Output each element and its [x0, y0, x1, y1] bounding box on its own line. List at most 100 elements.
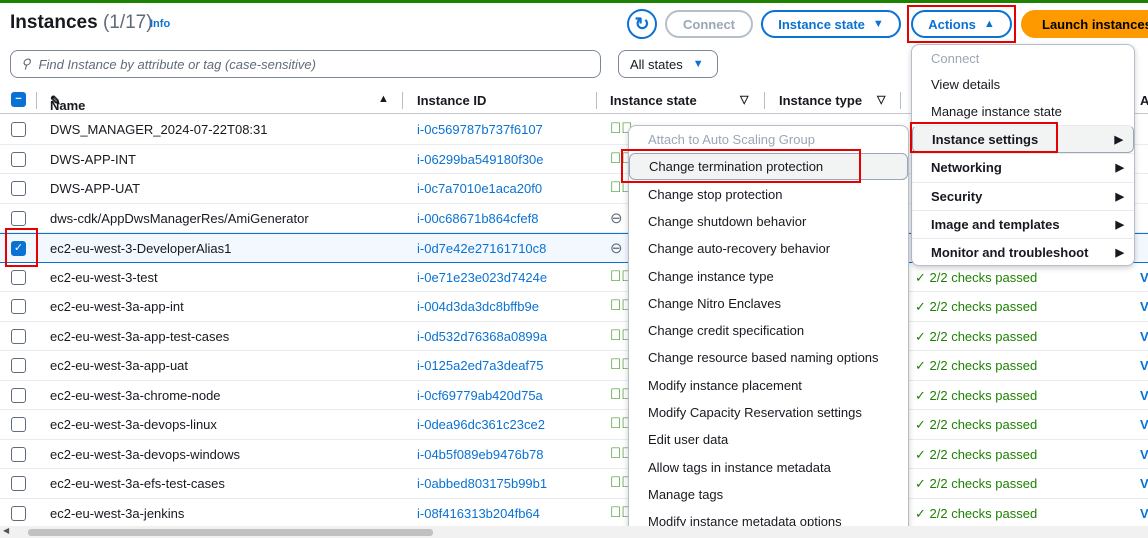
instance-id-link[interactable]: i-0e71e23e023d7424e — [417, 270, 547, 285]
submenu-item-manage-tags[interactable]: Manage tags — [629, 481, 908, 508]
menu-group-instance-settings[interactable]: Instance settings ▶ — [912, 125, 1134, 153]
menu-item-view-details[interactable]: View details — [912, 71, 1134, 98]
row-checkbox[interactable]: ✓ — [11, 241, 26, 256]
row-checkbox[interactable] — [11, 358, 26, 373]
states-filter-value: All states — [630, 56, 683, 72]
scrollbar-thumb[interactable] — [28, 529, 433, 536]
row-checkbox[interactable] — [11, 446, 26, 462]
row-link[interactable]: V — [1140, 417, 1148, 432]
instance-id-link[interactable]: i-004d3da3dc8bffb9e — [417, 299, 539, 314]
stopped-icon: ⊖ — [610, 209, 623, 227]
menu-group-security[interactable]: Security ▶ — [912, 181, 1134, 210]
submenu-item-attach-to-auto-scaling-group[interactable]: Attach to Auto Scaling Group — [629, 126, 908, 153]
submenu-item-modify-capacity-reservation-settings[interactable]: Modify Capacity Reservation settings — [629, 399, 908, 426]
instance-id-link[interactable]: i-0c7a7010e1aca20f0 — [417, 181, 542, 196]
submenu-item-allow-tags-in-instance-metadata[interactable]: Allow tags in instance metadata — [629, 454, 908, 481]
menu-group-monitor-and-troubleshoot[interactable]: Monitor and troubleshoot ▶ — [912, 238, 1134, 266]
status-checks: ✓ 2/2 checks passed — [915, 299, 1038, 314]
row-link[interactable]: V — [1140, 329, 1148, 344]
menu-item-connect[interactable]: Connect — [912, 45, 1134, 72]
caret-up-icon: ▲ — [983, 18, 995, 30]
row-checkbox[interactable] — [11, 269, 26, 285]
row-link[interactable]: V — [1140, 299, 1148, 314]
submenu-item-change-auto-recovery-behavior[interactable]: Change auto-recovery behavior — [629, 235, 908, 262]
table-row[interactable]: ec2-eu-west-3a-app-uat i-0125a2ed7a3deaf… — [0, 351, 1148, 381]
info-link[interactable]: Info — [150, 18, 170, 30]
actions-button[interactable]: Actions ▲ — [911, 10, 1012, 38]
submenu-item-edit-user-data[interactable]: Edit user data — [629, 426, 908, 453]
submenu-item-change-instance-type[interactable]: Change instance type — [629, 263, 908, 290]
instance-id-link[interactable]: i-00c68671b864cfef8 — [417, 211, 538, 226]
connect-label: Connect — [683, 16, 735, 32]
submenu-item-modify-instance-placement[interactable]: Modify instance placement — [629, 372, 908, 399]
table-row[interactable]: ec2-eu-west-3a-devops-windows i-04b5f089… — [0, 440, 1148, 469]
submenu-item-change-termination-protection[interactable]: Change termination protection — [629, 153, 908, 181]
horizontal-scrollbar[interactable]: ◀ — [0, 526, 1148, 538]
row-checkbox[interactable] — [11, 299, 26, 314]
submenu-item-change-resource-based-naming-options[interactable]: Change resource based naming options — [629, 344, 908, 371]
table-row[interactable]: ec2-eu-west-3a-chrome-node i-0cf69779ab4… — [0, 381, 1148, 410]
instance-id-link[interactable]: i-0c569787b737f6107 — [417, 122, 543, 137]
instance-name: ec2-eu-west-3a-app-test-cases — [50, 328, 230, 344]
filter-icon[interactable]: ▽ — [877, 93, 885, 106]
col-instance-state[interactable]: Instance state — [610, 93, 697, 108]
table-row[interactable]: ec2-eu-west-3a-jenkins i-08f416313b204fb… — [0, 499, 1148, 528]
row-checkbox[interactable] — [11, 122, 26, 137]
instance-state-button[interactable]: Instance state ▼ — [761, 10, 901, 38]
instance-id-link[interactable]: i-04b5f089eb9476b78 — [417, 447, 544, 462]
row-checkbox[interactable] — [11, 417, 26, 432]
search-input[interactable]: ⚲ Find Instance by attribute or tag (case… — [10, 50, 601, 78]
instance-settings-submenu: Attach to Auto Scaling Group Change termi… — [628, 125, 909, 536]
refresh-button[interactable]: ↻ — [627, 9, 657, 39]
table-row[interactable]: ec2-eu-west-3-test i-0e71e23e023d7424e ✓… — [0, 263, 1148, 292]
row-checkbox[interactable] — [11, 210, 26, 226]
row-checkbox[interactable] — [11, 387, 26, 403]
launch-instances-button[interactable]: Launch instances — [1021, 10, 1148, 38]
row-checkbox[interactable] — [11, 505, 26, 521]
instance-id-link[interactable]: i-0dea96dc361c23ce2 — [417, 417, 545, 432]
instance-name: ec2-eu-west-3-test — [50, 269, 158, 285]
submenu-item-change-credit-specification[interactable]: Change credit specification — [629, 317, 908, 344]
menu-group-image-and-templates[interactable]: Image and templates ▶ — [912, 209, 1134, 238]
row-link[interactable]: V — [1140, 388, 1148, 403]
table-row[interactable]: ec2-eu-west-3a-app-int i-004d3da3dc8bffb… — [0, 292, 1148, 322]
row-link[interactable]: V — [1140, 506, 1148, 521]
row-checkbox[interactable] — [11, 151, 26, 167]
instance-id-link[interactable]: i-08f416313b204fb64 — [417, 506, 540, 521]
table-row[interactable]: ec2-eu-west-3a-efs-test-cases i-0abbed80… — [0, 469, 1148, 499]
row-link[interactable]: V — [1140, 270, 1148, 285]
instance-id-link[interactable]: i-06299ba549180f30e — [417, 152, 544, 167]
filter-icon[interactable]: ▽ — [740, 93, 748, 106]
caret-down-icon: ▼ — [872, 18, 884, 30]
submenu-item-change-stop-protection[interactable]: Change stop protection — [629, 181, 908, 208]
col-instance-id[interactable]: Instance ID — [417, 93, 486, 108]
row-link[interactable]: V — [1140, 476, 1148, 491]
instance-id-link[interactable]: i-0125a2ed7a3deaf75 — [417, 358, 544, 373]
col-name[interactable]: Name ✎ — [50, 93, 85, 113]
instance-id-link[interactable]: i-0cf69779ab420d75a — [417, 388, 543, 403]
row-checkbox[interactable] — [11, 476, 26, 491]
row-link[interactable]: V — [1140, 358, 1148, 373]
table-row[interactable]: ec2-eu-west-3a-devops-linux i-0dea96dc36… — [0, 410, 1148, 440]
states-filter[interactable]: All states ▼ — [618, 50, 718, 78]
submenu-item-change-nitro-enclaves[interactable]: Change Nitro Enclaves — [629, 290, 908, 317]
sort-asc-icon[interactable]: ▲ — [378, 93, 389, 105]
col-instance-type[interactable]: Instance type — [779, 93, 862, 108]
col-next[interactable]: A — [1140, 93, 1148, 108]
chevron-right-icon: ▶ — [1115, 247, 1124, 260]
instance-id-link[interactable]: i-0d7e42e27161710c8 — [417, 241, 546, 256]
search-icon: ⚲ — [21, 56, 31, 71]
row-checkbox[interactable] — [11, 328, 26, 344]
instance-id-link[interactable]: i-0abbed803175b99b1 — [417, 476, 547, 491]
submenu-item-change-shutdown-behavior[interactable]: Change shutdown behavior — [629, 208, 908, 235]
row-checkbox[interactable] — [11, 181, 26, 196]
connect-button[interactable]: Connect — [665, 10, 753, 38]
instance-id-link[interactable]: i-0d532d76368a0899a — [417, 329, 547, 344]
instance-name: ec2-eu-west-3a-devops-linux — [50, 417, 217, 432]
select-all-checkbox[interactable]: − — [11, 92, 26, 107]
menu-group-networking[interactable]: Networking ▶ — [912, 153, 1134, 181]
menu-item-manage-instance-state[interactable]: Manage instance state — [912, 98, 1134, 125]
row-link[interactable]: V — [1140, 447, 1148, 462]
chevron-right-icon: ▶ — [1115, 162, 1124, 175]
table-row[interactable]: ec2-eu-west-3a-app-test-cases i-0d532d76… — [0, 322, 1148, 351]
